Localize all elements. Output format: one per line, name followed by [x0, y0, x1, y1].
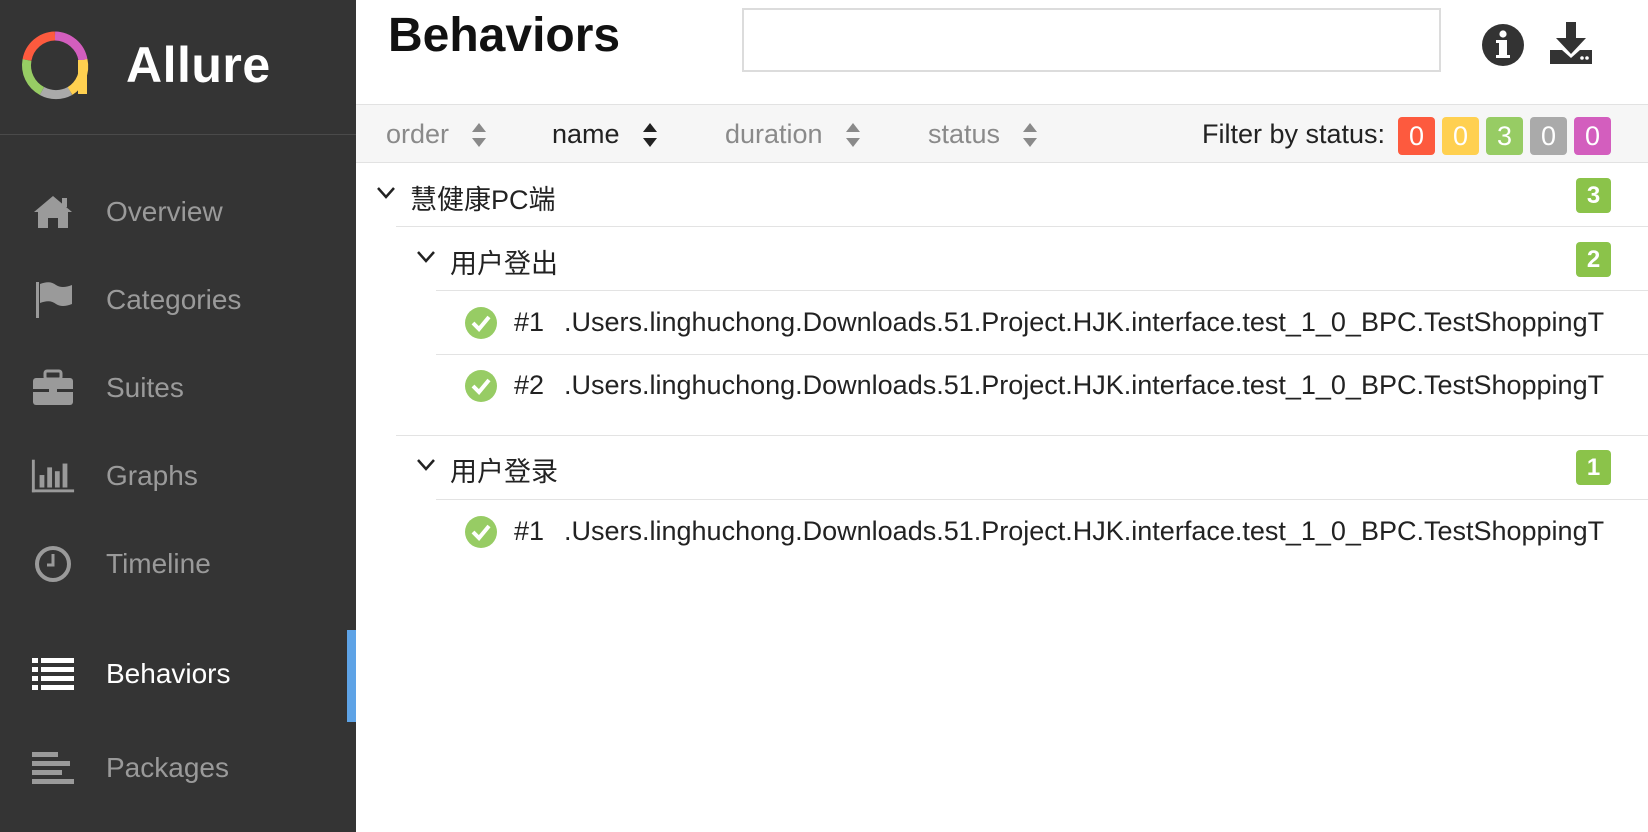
divider — [396, 226, 1648, 227]
divider — [436, 499, 1648, 500]
test-number: #1 — [514, 307, 545, 337]
sidebar-item-label: Graphs — [106, 460, 198, 491]
briefcase-icon — [30, 365, 76, 411]
sort-duration[interactable]: duration — [725, 105, 861, 164]
test-name: .Users.linghuchong.Downloads.51.Project.… — [564, 370, 1605, 400]
sidebar-item-label: Behaviors — [106, 658, 231, 689]
sort-icon — [472, 122, 487, 147]
feature-row[interactable]: 用户登录 — [416, 436, 1636, 498]
filter-unknown-badge[interactable]: 0 — [1574, 117, 1611, 155]
page-title: Behaviors — [388, 9, 621, 62]
home-icon — [30, 189, 76, 235]
sidebar-item-label: Packages — [106, 752, 229, 783]
test-name: .Users.linghuchong.Downloads.51.Project.… — [564, 307, 1605, 337]
sidebar: Allure Overview Categories Suites Graphs… — [0, 0, 356, 832]
test-name: .Users.linghuchong.Downloads.51.Project.… — [564, 516, 1605, 546]
sort-name[interactable]: name — [552, 105, 658, 164]
check-circle-icon — [465, 307, 497, 339]
feature-count-badge: 1 — [1576, 450, 1611, 485]
sidebar-item-label: Overview — [106, 196, 223, 227]
sidebar-item-categories[interactable]: Categories — [0, 256, 356, 344]
check-circle-icon — [465, 516, 497, 548]
align-left-icon — [30, 745, 76, 791]
check-circle-icon — [465, 370, 497, 402]
brand[interactable]: Allure — [0, 0, 356, 135]
sort-toolbar: order name duration status Filter by sta… — [356, 104, 1648, 163]
sort-label: status — [928, 119, 1001, 149]
filter-label: Filter by status: — [1202, 119, 1386, 149]
sidebar-item-label: Timeline — [106, 548, 211, 579]
sort-label: duration — [725, 119, 823, 149]
sort-label: order — [386, 119, 450, 149]
sidebar-item-label: Categories — [106, 284, 242, 315]
epic-row[interactable]: 慧健康PC端 — [376, 164, 1636, 226]
sidebar-item-graphs[interactable]: Graphs — [0, 432, 356, 520]
list-icon — [30, 651, 76, 697]
feature-count-badge: 2 — [1576, 242, 1611, 277]
sidebar-item-timeline[interactable]: Timeline — [0, 520, 356, 608]
chevron-down-icon — [377, 187, 395, 199]
test-row[interactable]: #2 .Users.linghuchong.Downloads.51.Proje… — [464, 355, 1648, 417]
epic-title: 慧健康PC端 — [410, 185, 556, 215]
sidebar-item-label: Suites — [106, 372, 184, 403]
info-icon[interactable] — [1478, 20, 1528, 70]
sidebar-item-overview[interactable]: Overview — [0, 168, 356, 256]
download-icon[interactable] — [1546, 20, 1596, 70]
filter-failed-badge[interactable]: 0 — [1398, 117, 1435, 155]
sidebar-item-behaviors[interactable]: Behaviors — [0, 630, 356, 722]
allure-logo-icon — [22, 31, 89, 100]
filter-skipped-badge[interactable]: 0 — [1530, 117, 1567, 155]
main-content: Behaviors order name duration status Fil… — [356, 0, 1648, 832]
sort-label: name — [552, 119, 620, 149]
feature-title: 用户登出 — [450, 249, 558, 279]
sort-icon — [1023, 122, 1038, 147]
filter-passed-badge[interactable]: 3 — [1486, 117, 1523, 155]
bar-chart-icon — [30, 453, 76, 499]
chevron-down-icon — [417, 251, 435, 263]
test-number: #2 — [514, 370, 545, 400]
flag-icon — [30, 277, 76, 323]
clock-icon — [30, 541, 76, 587]
sort-status[interactable]: status — [928, 105, 1038, 164]
feature-title: 用户登录 — [450, 457, 558, 487]
sort-order[interactable]: order — [386, 105, 487, 164]
epic-count-badge: 3 — [1576, 178, 1611, 213]
sidebar-item-suites[interactable]: Suites — [0, 344, 356, 432]
sort-icon — [845, 122, 860, 147]
search-input[interactable] — [742, 8, 1441, 72]
test-row[interactable]: #1 .Users.linghuchong.Downloads.51.Proje… — [464, 501, 1648, 563]
sort-icon — [642, 122, 657, 147]
feature-row[interactable]: 用户登出 — [416, 228, 1636, 290]
test-number: #1 — [514, 516, 545, 546]
divider — [436, 290, 1648, 291]
filter-broken-badge[interactable]: 0 — [1442, 117, 1479, 155]
sidebar-item-packages[interactable]: Packages — [0, 724, 356, 812]
test-row[interactable]: #1 .Users.linghuchong.Downloads.51.Proje… — [464, 292, 1648, 354]
app-name: Allure — [126, 37, 271, 93]
chevron-down-icon — [417, 459, 435, 471]
